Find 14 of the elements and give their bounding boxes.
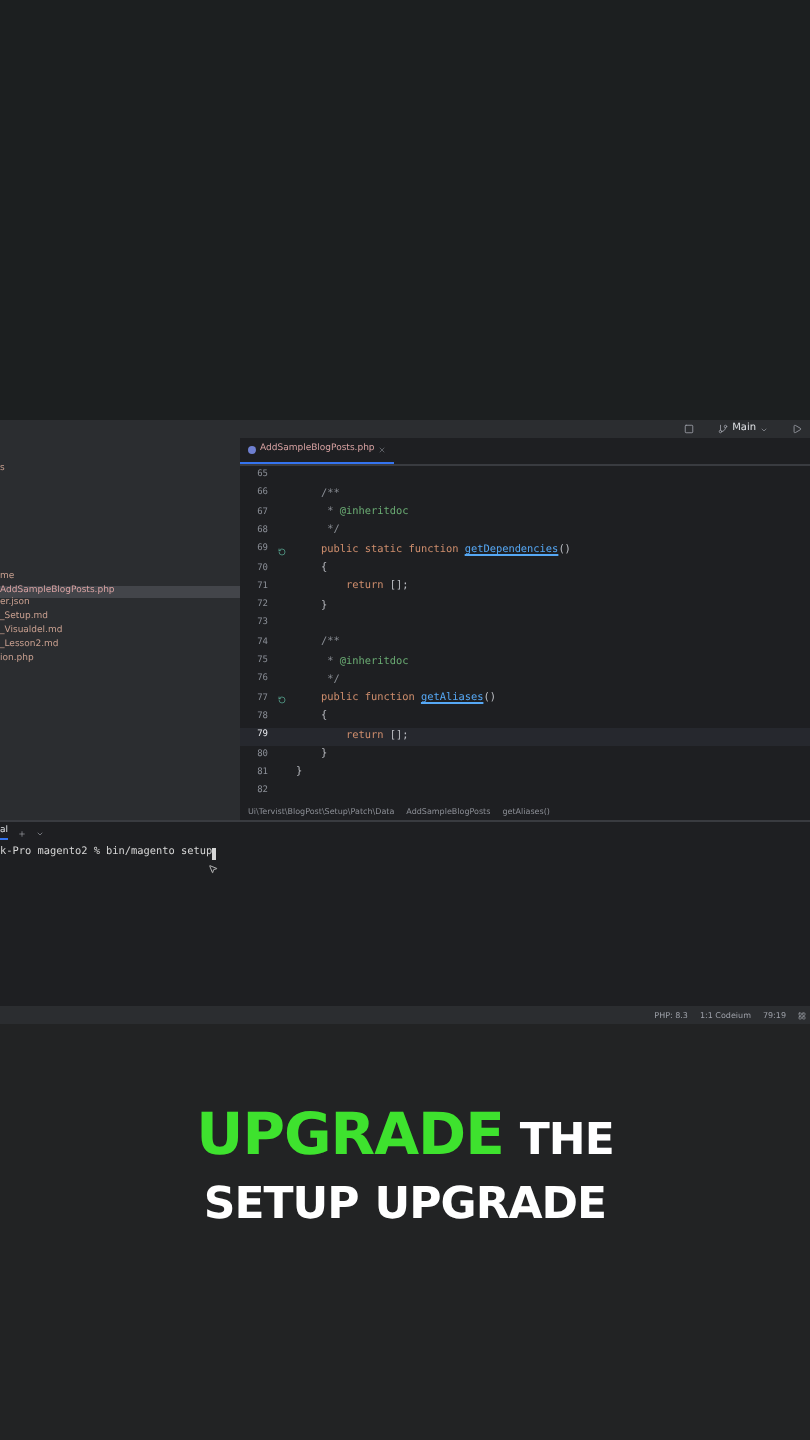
grid-icon[interactable] (798, 1011, 806, 1019)
text-cursor (212, 847, 217, 860)
php-file-icon (248, 446, 256, 455)
caption-word: UPGRADE (196, 1104, 504, 1164)
square-icon[interactable] (684, 424, 695, 434)
mouse-pointer-icon (208, 863, 218, 874)
run-icon[interactable] (792, 424, 802, 434)
add-icon[interactable] (18, 829, 27, 837)
caption-word: THE (519, 1114, 614, 1170)
caption-word: UPGRADE (374, 1178, 607, 1234)
branch-icon (718, 424, 729, 434)
caption-word: SETUP (203, 1178, 359, 1234)
override-marker-icon[interactable] (278, 547, 286, 556)
override-marker-icon[interactable] (278, 696, 286, 704)
